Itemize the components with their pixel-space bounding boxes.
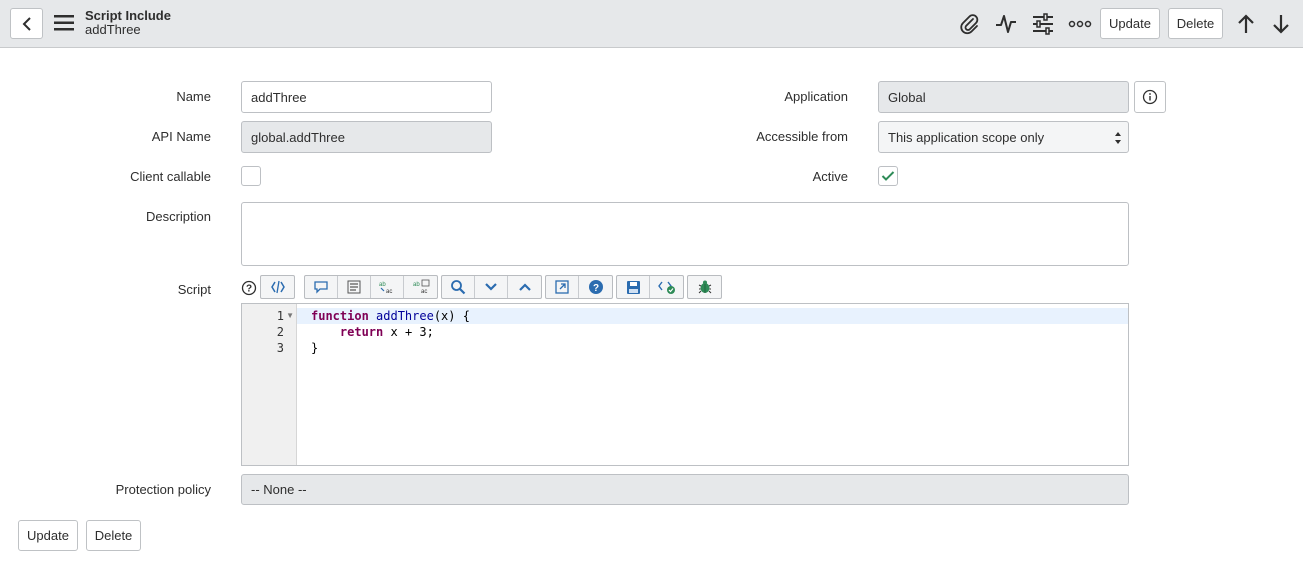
name-label: Name xyxy=(176,89,211,104)
accessible-from-select[interactable]: This application scope only xyxy=(878,121,1129,153)
toolbar-group-format xyxy=(260,275,295,299)
toolbar-group-comment: ab ac ab ac xyxy=(304,275,438,299)
protection-policy-field: -- None -- xyxy=(241,474,1129,505)
page-title: Script Include xyxy=(85,8,171,23)
footer-delete-button[interactable]: Delete xyxy=(86,520,141,551)
select-arrows-icon xyxy=(1115,132,1121,144)
svg-text:?: ? xyxy=(246,284,252,295)
bug-icon xyxy=(698,280,711,294)
replace-button[interactable]: ab ac xyxy=(371,276,404,298)
syntax-check-button[interactable] xyxy=(650,276,683,298)
script-editor[interactable]: 1 ▼ 2 3 function addThree(x) { return x … xyxy=(241,303,1129,466)
format-code-button[interactable] xyxy=(261,276,294,298)
toolbar-group-save xyxy=(616,275,684,299)
syntax-check-icon xyxy=(657,281,675,294)
svg-text:ab: ab xyxy=(413,282,420,288)
settings-sliders-icon[interactable] xyxy=(1031,12,1055,36)
code-keyword: function xyxy=(311,309,369,323)
code-line: function addThree(x) { xyxy=(311,309,470,323)
fullscreen-button[interactable] xyxy=(546,276,579,298)
fold-arrow-icon[interactable]: ▼ xyxy=(286,311,294,320)
footer-update-button[interactable]: Update xyxy=(18,520,78,551)
svg-text:ab: ab xyxy=(379,282,386,288)
application-field: Global xyxy=(878,81,1129,113)
code-text: } xyxy=(311,341,319,355)
help-icon: ? xyxy=(588,280,603,294)
description-textarea[interactable] xyxy=(241,202,1129,266)
code-keyword: return xyxy=(339,325,384,339)
record-name: addThree xyxy=(85,22,141,37)
svg-text:ac: ac xyxy=(386,289,392,295)
comment-icon xyxy=(314,281,328,294)
save-script-button[interactable] xyxy=(617,276,650,298)
code-function-name: addThree xyxy=(376,309,434,323)
expand-icon xyxy=(555,280,569,294)
toolbar-group-search xyxy=(441,275,542,299)
chevron-up-icon xyxy=(518,283,531,291)
active-checkbox[interactable] xyxy=(878,166,898,186)
debug-button[interactable] xyxy=(688,276,721,298)
name-field[interactable]: addThree xyxy=(241,81,492,113)
protection-policy-label: Protection policy xyxy=(115,482,211,497)
code-line: return x + 3; xyxy=(311,325,434,339)
header-delete-button[interactable]: Delete xyxy=(1168,8,1223,39)
svg-text:?: ? xyxy=(592,283,598,294)
back-button[interactable] xyxy=(10,8,43,39)
arrow-down-icon[interactable] xyxy=(1269,12,1293,36)
api-name-label: API Name xyxy=(151,129,211,144)
line-number: 1 xyxy=(276,309,284,323)
replace-icon: abac xyxy=(379,282,392,295)
script-help-icon[interactable]: ? xyxy=(241,280,257,296)
api-name-field: global.addThree xyxy=(241,121,492,153)
svg-text:ac: ac xyxy=(421,289,427,295)
search-icon xyxy=(451,280,466,295)
description-label: Description xyxy=(145,209,211,224)
chevron-left-icon xyxy=(22,16,31,31)
line-number: 3 xyxy=(276,341,284,355)
insert-text-button[interactable] xyxy=(338,276,371,298)
paperclip-icon[interactable] xyxy=(957,12,981,36)
application-info-button[interactable] xyxy=(1134,81,1166,113)
arrow-up-icon[interactable] xyxy=(1234,12,1258,36)
active-label: Active xyxy=(812,169,848,184)
chevron-down-icon xyxy=(485,283,497,291)
find-previous-button[interactable] xyxy=(508,276,541,298)
accessible-from-value: This application scope only xyxy=(888,129,1045,145)
header-update-button[interactable]: Update xyxy=(1100,8,1160,39)
script-label: Script xyxy=(177,282,211,297)
toolbar-group-debug xyxy=(687,275,722,299)
accessible-from-label: Accessible from xyxy=(756,129,848,144)
checkmark-icon xyxy=(881,171,895,181)
hamburger-menu-icon[interactable] xyxy=(53,13,75,35)
form-header: Script Include addThree Update Delete xyxy=(0,0,1303,48)
client-callable-label: Client callable xyxy=(130,169,211,184)
replace-all-button[interactable]: ab ac xyxy=(404,276,437,298)
client-callable-checkbox[interactable] xyxy=(241,166,261,186)
find-next-button[interactable] xyxy=(475,276,508,298)
info-icon xyxy=(1142,89,1158,105)
format-code-icon xyxy=(270,280,285,294)
text-lines-icon xyxy=(347,280,361,294)
toggle-comment-button[interactable] xyxy=(305,276,338,298)
line-number-gutter: 1 ▼ 2 3 xyxy=(242,304,297,465)
script-help-button[interactable]: ? xyxy=(579,276,612,298)
activity-pulse-icon[interactable] xyxy=(994,12,1018,36)
toolbar-group-help: ? xyxy=(545,275,613,299)
line-number: 2 xyxy=(276,325,284,339)
search-button[interactable] xyxy=(442,276,475,298)
application-label: Application xyxy=(784,89,848,104)
more-options-icon[interactable] xyxy=(1068,12,1092,36)
code-line: } xyxy=(311,341,318,355)
code-text: (x) { xyxy=(433,309,470,323)
replace-all-icon: abac xyxy=(413,279,429,295)
save-icon xyxy=(626,280,640,294)
code-text: x + 3; xyxy=(383,325,434,339)
